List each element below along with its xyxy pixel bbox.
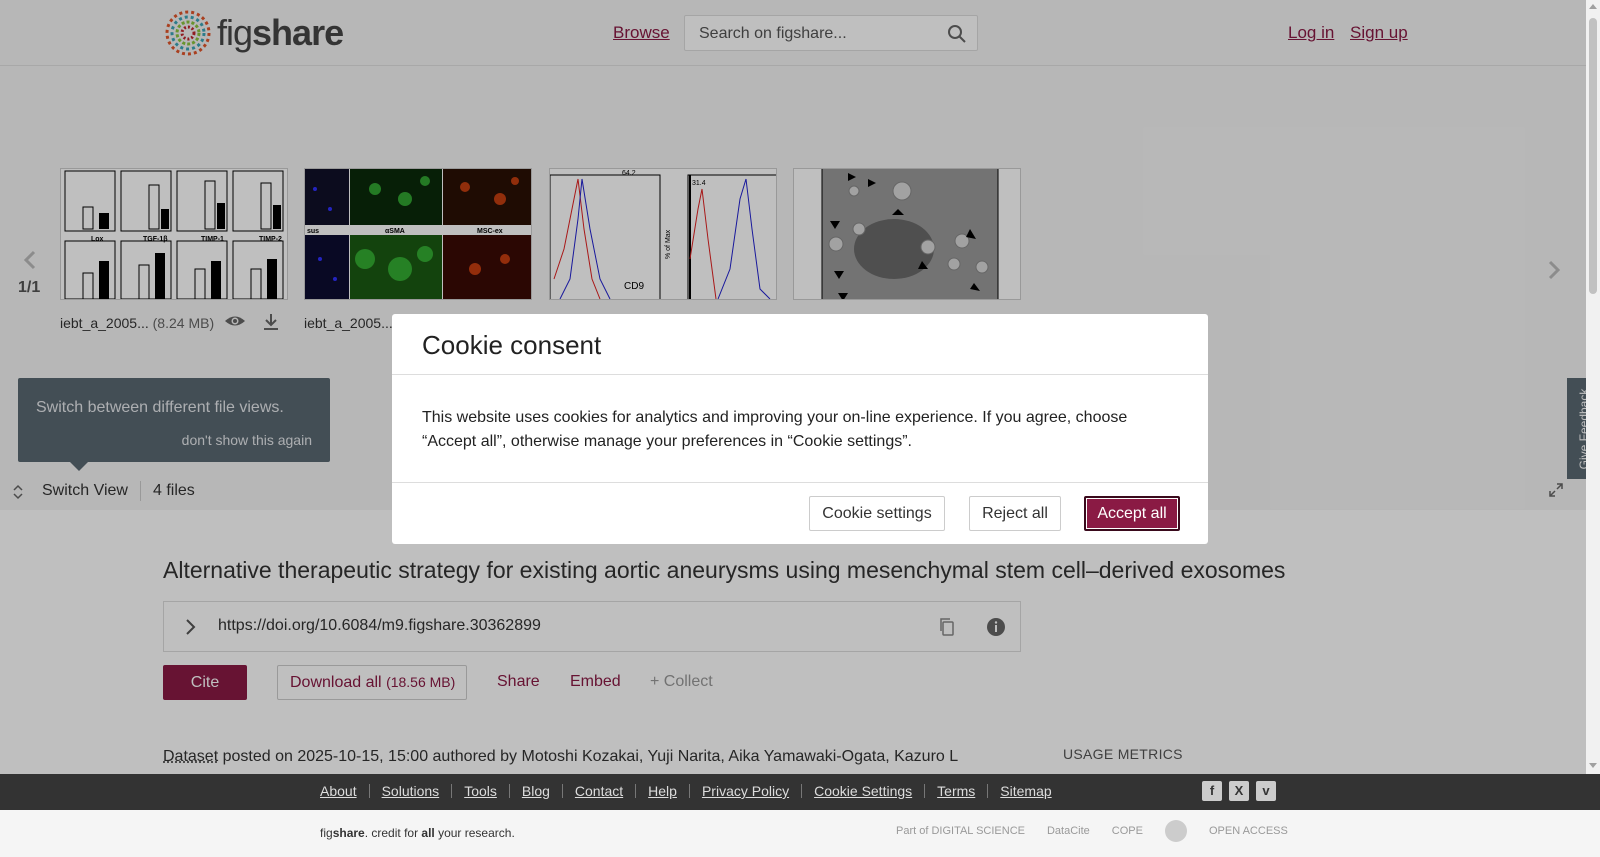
accept-all-button[interactable]: Accept all: [1084, 496, 1180, 531]
footer-link-help[interactable]: Help: [648, 783, 677, 799]
scrollbar[interactable]: [1586, 0, 1600, 774]
footer-link-about[interactable]: About: [320, 783, 357, 799]
footer-link-solutions[interactable]: Solutions: [382, 783, 440, 799]
footer-link-privacy[interactable]: Privacy Policy: [702, 783, 789, 799]
scrollbar-thumb[interactable]: [1589, 18, 1597, 294]
divider: [392, 482, 1208, 483]
credit-mid: . credit for: [364, 826, 422, 840]
x-twitter-icon[interactable]: X: [1229, 781, 1249, 801]
social-links: f X v: [1202, 781, 1276, 801]
credit-share: share: [332, 826, 365, 840]
footer-links-bar: About Solutions Tools Blog Contact Help …: [0, 774, 1600, 810]
open-access-logo[interactable]: OPEN ACCESS: [1209, 825, 1288, 837]
credit-end: your research.: [434, 826, 515, 840]
footer-credit-bar: figshare. credit for all your research. …: [0, 810, 1600, 857]
credit-all: all: [421, 826, 435, 840]
footer-link-cookie-settings[interactable]: Cookie Settings: [814, 783, 912, 799]
footer-credit: figshare. credit for all your research.: [320, 826, 515, 840]
partner-logos: Part of DIGITAL SCIENCE DataCite COPE OP…: [896, 820, 1288, 842]
footer-link-sitemap[interactable]: Sitemap: [1000, 783, 1051, 799]
footer-link-tools[interactable]: Tools: [464, 783, 497, 799]
datacite-logo[interactable]: DataCite: [1047, 825, 1090, 837]
digital-science-logo[interactable]: Part of DIGITAL SCIENCE: [896, 825, 1025, 837]
cookie-consent-dialog: Cookie consent This website uses cookies…: [392, 314, 1208, 544]
divider: [392, 374, 1208, 375]
facebook-icon[interactable]: f: [1202, 781, 1222, 801]
footer-link-contact[interactable]: Contact: [575, 783, 623, 799]
footer-link-blog[interactable]: Blog: [522, 783, 550, 799]
globe-logo-icon[interactable]: [1164, 820, 1187, 842]
vimeo-icon[interactable]: v: [1256, 781, 1276, 801]
credit-fig: fig: [320, 826, 333, 840]
footer-link-terms[interactable]: Terms: [937, 783, 975, 799]
footer-links: About Solutions Tools Blog Contact Help …: [320, 783, 1052, 799]
scroll-down-arrow[interactable]: [1589, 763, 1597, 768]
cookie-settings-button[interactable]: Cookie settings: [809, 496, 945, 531]
reject-all-button[interactable]: Reject all: [969, 496, 1061, 531]
cope-logo[interactable]: COPE: [1112, 825, 1143, 837]
cookie-dialog-body: This website uses cookies for analytics …: [422, 409, 1128, 450]
scroll-up-arrow[interactable]: [1589, 4, 1597, 9]
cookie-dialog-title: Cookie consent: [422, 330, 602, 360]
